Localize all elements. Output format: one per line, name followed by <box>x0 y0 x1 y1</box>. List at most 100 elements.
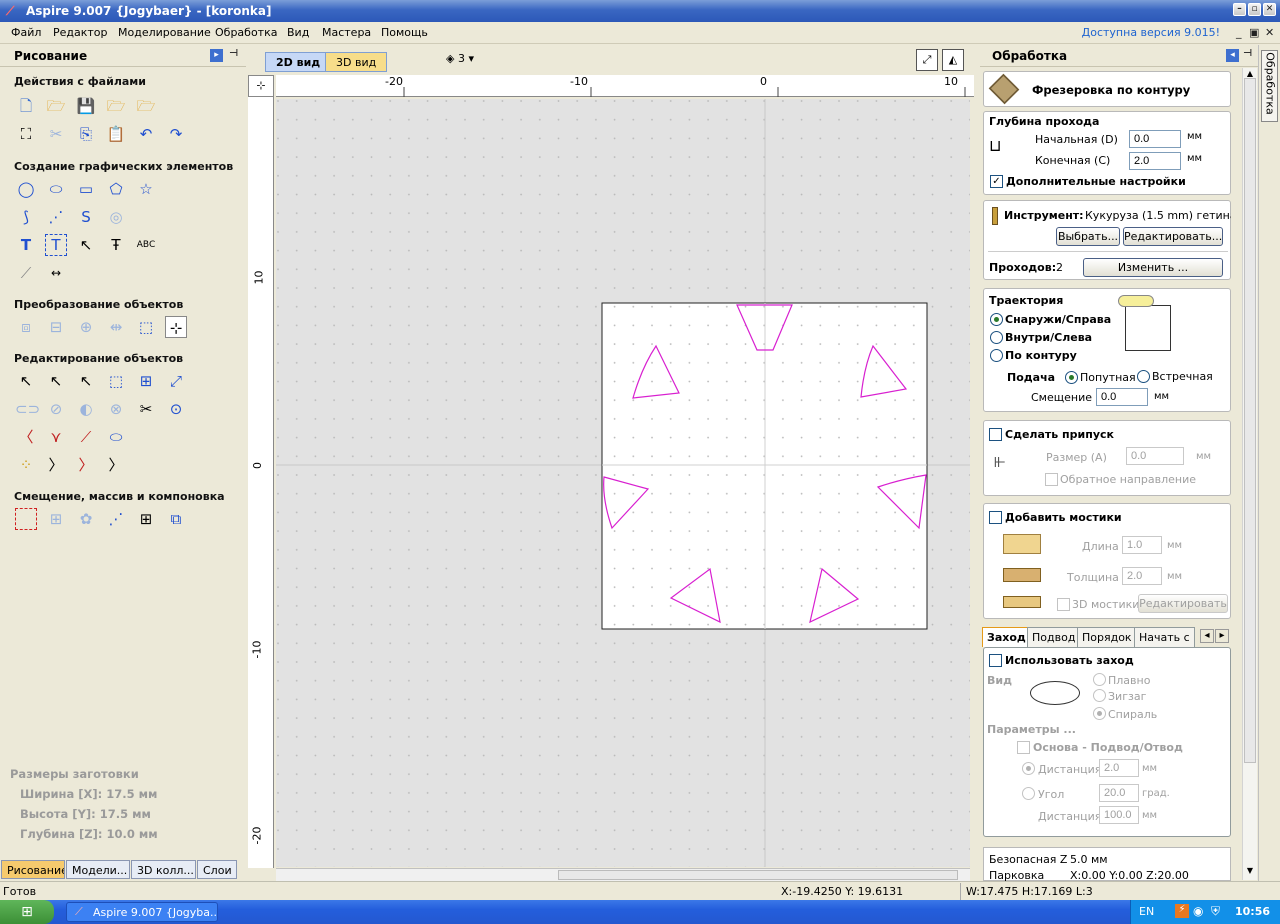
menu-view[interactable]: Вид <box>287 26 309 39</box>
zigzag-radio[interactable] <box>1093 689 1106 702</box>
nesting-icon[interactable]: ⊞ <box>45 508 67 530</box>
measure-icon[interactable]: ↔ <box>45 262 67 284</box>
transform-icon[interactable]: ↖ <box>75 370 97 392</box>
intersect-icon[interactable]: ◐ <box>75 398 97 420</box>
on-radio[interactable] <box>990 349 1003 362</box>
star-icon[interactable]: ☆ <box>135 178 157 200</box>
dots-icon[interactable]: ⁘ <box>15 454 37 476</box>
polyline-icon[interactable]: ⟆ <box>15 206 37 228</box>
panel-dock-icon[interactable]: ▸ <box>210 49 223 62</box>
tab-length-input[interactable] <box>1122 536 1162 554</box>
text-icon[interactable]: T <box>15 234 37 256</box>
outside-radio[interactable] <box>990 313 1003 326</box>
tab-modeling[interactable]: Модели... <box>66 860 130 879</box>
tab-order[interactable]: Порядок <box>1077 627 1137 647</box>
distort-icon[interactable]: ⬚ <box>135 316 157 338</box>
grid-array-icon[interactable]: ⊞ <box>135 508 157 530</box>
tray-app-icon[interactable]: ⚡ <box>1175 904 1189 918</box>
tab-drawing[interactable]: Рисование <box>1 860 65 879</box>
menu-modeling[interactable]: Моделирование <box>118 26 211 39</box>
climb-radio[interactable] <box>1065 371 1078 384</box>
tab-leads[interactable]: Подвод <box>1027 627 1081 647</box>
menu-wizards[interactable]: Мастера <box>322 26 371 39</box>
mdi-close-button[interactable]: ✕ <box>1265 26 1274 39</box>
dimension-icon[interactable]: ⟋ <box>15 262 37 284</box>
language-indicator[interactable]: EN <box>1139 905 1154 918</box>
nest-parts-icon[interactable]: ⧉ <box>165 508 187 530</box>
mirror-icon[interactable]: ⇹ <box>105 316 127 338</box>
horizontal-scrollbar[interactable] <box>276 868 970 881</box>
view-options-icon[interactable]: ◭ <box>942 49 964 71</box>
copy-icon[interactable]: ⎘ <box>75 123 97 145</box>
save-icon[interactable]: 💾 <box>75 95 97 117</box>
node-edit-icon[interactable]: ↖ <box>45 370 67 392</box>
extend-icon[interactable]: ⋎ <box>45 426 67 448</box>
join-icon[interactable]: ⤢ <box>165 370 187 392</box>
menu-toolpaths[interactable]: Обработка <box>215 26 277 39</box>
select-tool-button[interactable]: Выбрать... <box>1056 227 1120 246</box>
distance2-input[interactable] <box>1099 806 1139 824</box>
minimize-button[interactable]: – <box>1233 3 1246 16</box>
start-depth-input[interactable] <box>1129 130 1181 148</box>
mdi-restore-button[interactable]: ▣ <box>1249 26 1259 39</box>
v-scroll-thumb[interactable] <box>1244 78 1256 763</box>
tray-speaker-icon[interactable]: ◉ <box>1193 904 1203 918</box>
offset-input[interactable] <box>1096 388 1148 406</box>
menu-file[interactable]: Файл <box>11 26 41 39</box>
tab-ramps[interactable]: Заход <box>982 627 1031 647</box>
distance-radio[interactable] <box>1022 762 1035 775</box>
smooth-radio[interactable] <box>1093 673 1106 686</box>
chevron-icon-3[interactable]: 〉 <box>105 454 127 476</box>
update-link[interactable]: Доступна версия 9.015! <box>1082 26 1220 39</box>
circle-icon[interactable]: ◯ <box>15 178 37 200</box>
move-icon[interactable]: ⧈ <box>15 316 37 338</box>
offset-icon[interactable] <box>15 508 37 530</box>
scissors-icon[interactable]: ✂ <box>135 398 157 420</box>
h-scroll-thumb[interactable] <box>558 870 958 880</box>
allowance-size-input[interactable] <box>1126 447 1184 465</box>
chevron-icon-1[interactable]: 〉 <box>45 454 67 476</box>
base-checkbox[interactable] <box>1017 741 1030 754</box>
undo-icon[interactable]: ↶ <box>135 123 157 145</box>
conventional-radio[interactable] <box>1137 370 1150 383</box>
layer-selector[interactable]: ◈ 3 ▾ <box>446 52 474 65</box>
chevron-icon-2[interactable]: 〉 <box>75 454 97 476</box>
spiral-radio[interactable] <box>1093 707 1106 720</box>
mdi-minimize-button[interactable]: _ <box>1236 26 1242 39</box>
reverse-checkbox[interactable] <box>1045 473 1058 486</box>
angle-input[interactable] <box>1099 784 1139 802</box>
toolpaths-side-tab[interactable]: Обработка <box>1258 45 1280 881</box>
align-center-icon[interactable]: ⊹ <box>165 316 187 338</box>
inside-radio[interactable] <box>990 331 1003 344</box>
rectangle-icon[interactable]: ▭ <box>75 178 97 200</box>
subtract-icon[interactable]: ⊘ <box>45 398 67 420</box>
tab-3d-clipart[interactable]: 3D колл... <box>131 860 196 879</box>
align-icon[interactable]: ⊟ <box>45 316 67 338</box>
arc-icon[interactable]: S <box>75 206 97 228</box>
start-button[interactable]: ⊞ <box>0 900 54 924</box>
tab-thickness-input[interactable] <box>1122 567 1162 585</box>
curve-icon[interactable]: ⋰ <box>45 206 67 228</box>
tab-scroll-left-icon[interactable]: ◂ <box>1200 629 1214 643</box>
close-vectors-icon[interactable]: ⬭ <box>105 426 127 448</box>
zoom-all-icon[interactable]: ⤢ <box>916 49 938 71</box>
paste-icon[interactable]: 📋 <box>105 123 127 145</box>
scale-icon[interactable]: ⊕ <box>75 316 97 338</box>
pin-icon[interactable]: ⊣ <box>1243 48 1252 59</box>
job-setup-icon[interactable]: ⛶ <box>15 123 37 145</box>
tabs-checkbox[interactable] <box>989 511 1002 524</box>
fillet-icon[interactable]: ⊙ <box>165 398 187 420</box>
close-button[interactable]: ✕ <box>1263 3 1276 16</box>
tab-scroll-right-icon[interactable]: ▸ <box>1215 629 1229 643</box>
ruler-origin-icon[interactable]: ⊹ <box>248 75 274 97</box>
drawing-canvas[interactable] <box>276 99 970 867</box>
new-file-icon[interactable]: 🗋 <box>15 95 37 117</box>
select-icon[interactable]: ↖ <box>15 370 37 392</box>
edit-tool-button[interactable]: Редактировать... <box>1123 227 1223 246</box>
cut-depth-input[interactable] <box>1129 152 1181 170</box>
angle-radio[interactable] <box>1022 787 1035 800</box>
edit-passes-button[interactable]: Изменить ... <box>1083 258 1223 277</box>
copy-along-icon[interactable]: ⋰ <box>105 508 127 530</box>
tab-2d-view[interactable]: 2D вид <box>265 52 332 72</box>
distance-input[interactable] <box>1099 759 1139 777</box>
